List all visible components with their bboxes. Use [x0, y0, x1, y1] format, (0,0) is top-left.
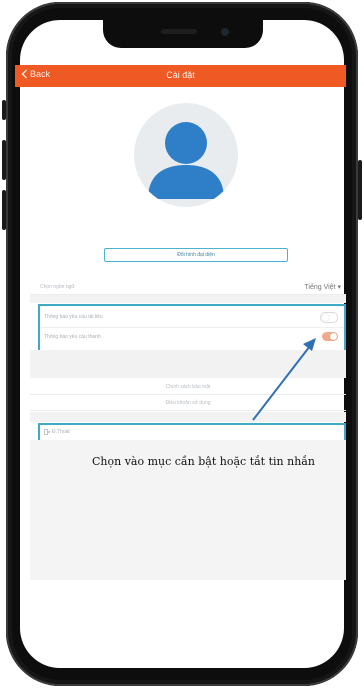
language-row[interactable]: Chọn ngôn ngữ Tiếng Việt ▾	[30, 280, 346, 295]
page-title: Cài đặt	[166, 70, 195, 80]
section-separator	[30, 412, 346, 422]
toggle-payment[interactable]	[322, 332, 338, 341]
logout-label: Đ.Thoát	[52, 429, 70, 435]
avatar[interactable]	[134, 103, 238, 207]
section-separator	[30, 295, 346, 303]
phone-notch	[103, 20, 263, 48]
settings-navbar: Back Cài đặt	[15, 65, 346, 87]
user-silhouette-icon	[148, 122, 224, 199]
notification-label-payment: Thông báo yêu cầu thanh	[44, 334, 101, 340]
privacy-policy-link[interactable]: Chính sách bảo mật	[30, 380, 346, 395]
language-select[interactable]: Tiếng Việt ▾	[304, 283, 341, 291]
caret-down-icon: ▾	[337, 284, 341, 291]
annotation-caption: Chọn vào mục cần bật hoặc tắt tin nhắn	[92, 455, 315, 468]
language-value: Tiếng Việt	[304, 284, 336, 291]
phone-power-button	[358, 160, 362, 220]
change-avatar-button[interactable]: Đổi hình đại diện	[104, 248, 288, 262]
section-separator	[30, 350, 346, 378]
toggle-knob	[322, 314, 329, 321]
notification-settings-highlight: Thông báo yêu cầu tài liệu Thông báo yêu…	[38, 304, 346, 352]
phone-volume-down	[2, 190, 6, 230]
toggle-documents[interactable]	[320, 312, 338, 323]
notification-label-documents: Thông báo yêu cầu tài liệu	[44, 314, 103, 320]
logout-button[interactable]: Đ.Thoát	[44, 429, 70, 435]
row-divider	[40, 327, 344, 328]
front-camera	[221, 28, 229, 36]
phone-mute-switch	[2, 100, 6, 120]
toggle-knob	[330, 333, 337, 340]
speaker-grille	[161, 29, 197, 34]
phone-volume-up	[2, 140, 6, 180]
terms-of-use-link[interactable]: Điều khoản sử dụng	[30, 396, 346, 411]
language-label: Chọn ngôn ngữ	[40, 284, 75, 290]
logout-icon	[44, 429, 50, 435]
